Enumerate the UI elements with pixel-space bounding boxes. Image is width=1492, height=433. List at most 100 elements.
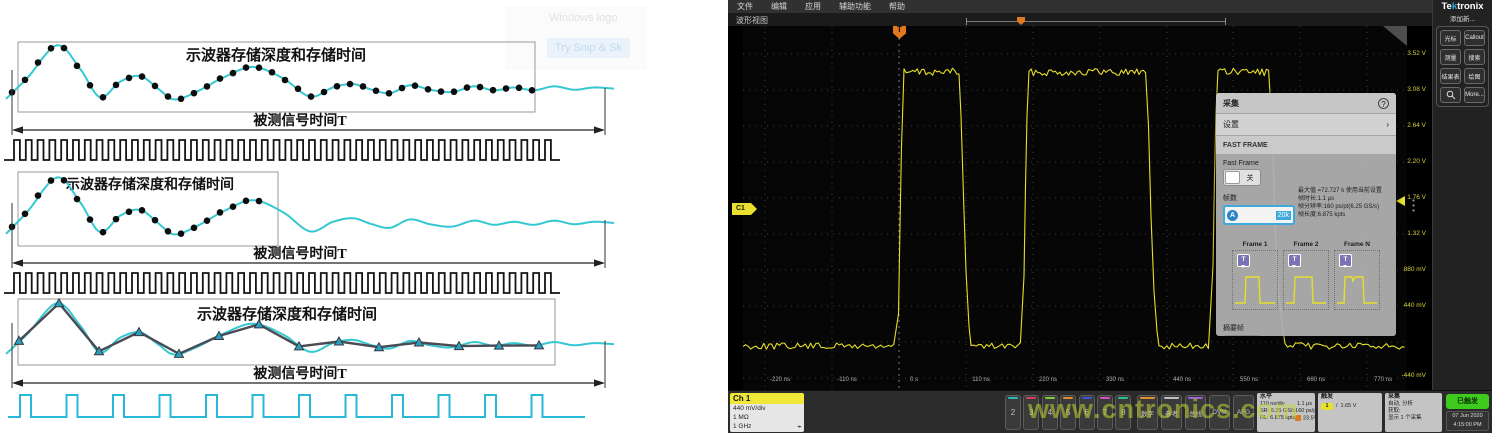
diagram-1: 示波器存储深度和存储时间 被测信号时间T xyxy=(0,30,660,163)
voltage-axis-label: 2.20 V xyxy=(1392,158,1426,165)
fastframe-toggle[interactable]: 关 xyxy=(1223,169,1261,186)
menu-file[interactable]: 文件 xyxy=(728,1,762,12)
voltage-axis-label: 3.08 V xyxy=(1392,86,1426,93)
arrow-right-head xyxy=(594,126,605,133)
plot-button[interactable]: 绘图 xyxy=(1464,68,1485,84)
diagram-2-title: 示波器存储深度和存储时间 xyxy=(66,176,234,193)
diagram-1-title: 示波器存储深度和存储时间 xyxy=(186,46,366,64)
magnifier-icon xyxy=(1446,90,1456,100)
more-button[interactable]: More... xyxy=(1464,87,1485,103)
add-new-label: 添加新... xyxy=(1433,13,1492,23)
channel5-button[interactable]: 5 xyxy=(1060,395,1076,430)
acquisition-badge[interactable]: 采集 自动, 分析 获取: 显示 1 个采集 xyxy=(1385,393,1442,432)
afg-button[interactable]: AFG xyxy=(1233,395,1254,430)
channel7-button[interactable]: 7 xyxy=(1097,395,1113,430)
info-length: 帧长度:6.875 kpts xyxy=(1298,211,1394,219)
info-duration: 帧时长:1.1 μs xyxy=(1298,195,1394,203)
scroll-grip-icon[interactable] xyxy=(1412,198,1415,212)
fastframe-section-header: FAST FRAME xyxy=(1216,136,1396,154)
trigger-source-chip: 1 xyxy=(1321,403,1333,410)
settings-row[interactable]: 设置 › xyxy=(1216,114,1396,135)
rising-slope-icon: / xyxy=(1336,403,1338,410)
ref-button[interactable]: 参考 xyxy=(1161,395,1182,430)
info-resolution: 帧分辨率:160 ps/pt(6.25 GS/s) xyxy=(1298,203,1394,211)
windows-overlay-title: Windows logo xyxy=(549,12,617,24)
frame-1: Frame 1 T xyxy=(1232,241,1278,310)
chevron-right-icon: › xyxy=(1386,120,1389,129)
voltage-axis-label: 1.32 V xyxy=(1392,230,1426,237)
diagram-3-time-label: 被测信号时间T xyxy=(253,365,347,382)
callout-button[interactable]: Callout xyxy=(1464,30,1485,46)
channel3-button[interactable]: 3 xyxy=(1023,395,1039,430)
menu-bar: 文件 编辑 应用 辅助功能 帮助 xyxy=(728,0,1432,13)
channel1-badge[interactable]: Ch 1 440 mV/div 1 MΩ 1 GHz ⌁ xyxy=(730,393,804,432)
overview-trigger-marker-icon[interactable] xyxy=(1017,17,1025,25)
add-new-group: 光标 Callout 测量 搜索 结果表 绘图 More... xyxy=(1436,26,1489,107)
info-max: 最大值 =72.727 k 使用当前设置 xyxy=(1298,187,1394,195)
voltage-axis-label: 880 mV xyxy=(1392,266,1426,273)
toggle-state: 关 xyxy=(1240,173,1260,183)
diagram-2: 示波器存储深度和存储时间 被测信号时间T xyxy=(0,165,660,295)
horizontal-badge[interactable]: 水平 110 ns/div1.1 μs SR: 6.25 GS/s160 ps/… xyxy=(1257,393,1315,432)
bus-button[interactable]: 总线 xyxy=(1185,395,1206,430)
channel4-button[interactable]: 4 xyxy=(1042,395,1058,430)
arrow-left-head xyxy=(12,126,23,133)
arrow-right-head xyxy=(594,259,605,266)
arrow-left-head xyxy=(12,259,23,266)
keypad-a-icon: A xyxy=(1227,210,1238,221)
arrow-left-head xyxy=(12,379,23,386)
time-axis-label: 660 ns xyxy=(1307,377,1325,383)
waveform-view-tab[interactable]: 波形视图 xyxy=(736,15,768,26)
voltage-axis-label: 440 mV xyxy=(1392,302,1426,309)
voltage-axis-label: -440 mV xyxy=(1392,372,1426,379)
fastframe-panel: 采集 ? 设置 › FAST FRAME Fast Frame 关 帧数 A 2… xyxy=(1216,93,1396,336)
panel-title: 采集 xyxy=(1223,98,1239,109)
triggered-status-button[interactable]: 已触发 xyxy=(1446,394,1489,409)
view-tab-row: 波形视图 xyxy=(728,13,1432,26)
summary-frame-toggle[interactable]: 关 xyxy=(1223,335,1261,336)
right-sidebar: Tektronix 添加新... 光标 Callout 测量 搜索 结果表 绘图… xyxy=(1432,0,1492,390)
time-axis-label: -220 ns xyxy=(770,377,790,383)
move-handle-icon[interactable]: ⌁ xyxy=(797,422,802,431)
frame-2: Frame 2 T xyxy=(1283,241,1329,310)
cursor-button[interactable]: 光标 xyxy=(1440,30,1461,46)
results-table-button[interactable]: 结果表 xyxy=(1440,68,1461,84)
toggle-knob xyxy=(1225,171,1240,184)
diagram-panel: Windows logo Try Snip & Sk 示波器存储深度和存储时间 … xyxy=(0,0,728,433)
bottom-control-bar: Ch 1 440 mV/div 1 MΩ 1 GHz ⌁ 2 3 4 5 6 7… xyxy=(728,390,1492,433)
search-button[interactable]: 搜索 xyxy=(1464,49,1485,65)
trigger-level-arrow-icon[interactable] xyxy=(1396,196,1405,206)
dvm-button[interactable]: DVM xyxy=(1209,395,1230,430)
frame-count-input[interactable]: A 20k xyxy=(1223,205,1295,225)
frame-count-value: 20k xyxy=(1276,211,1291,220)
frames-illustration: Frame 1 T Frame 2 T Fr xyxy=(1223,241,1389,310)
channel8-button[interactable]: 8 xyxy=(1115,395,1131,430)
menu-accessibility[interactable]: 辅助功能 xyxy=(830,1,880,12)
record-overview-bar[interactable] xyxy=(966,18,1226,25)
menu-utility[interactable]: 应用 xyxy=(796,1,830,12)
time-axis-label: -110 ns xyxy=(837,377,857,383)
channel6-button[interactable]: 6 xyxy=(1079,395,1095,430)
trigger-balloon-icon: T xyxy=(1339,254,1352,267)
trigger-badge[interactable]: 触发 1 / 1.65 V xyxy=(1318,393,1382,432)
zoom-search-button[interactable] xyxy=(1440,87,1461,103)
tektronix-logo: Tektronix xyxy=(1433,1,1492,12)
time-axis-label: 220 ns xyxy=(1039,377,1057,383)
datetime-display: 07 Jun 2020 4:15:00 PM xyxy=(1446,411,1489,431)
diagram-2-time-label: 被测信号时间T xyxy=(253,245,347,262)
fastframe-body: Fast Frame 关 帧数 A 20k 最大值 =72.727 k 使用当前… xyxy=(1216,154,1396,336)
digital-button[interactable]: 数字 xyxy=(1137,395,1158,430)
summary-frame-label: 摘要帧 xyxy=(1223,323,1389,333)
help-icon[interactable]: ? xyxy=(1378,98,1389,109)
panel-header: 采集 ? xyxy=(1216,93,1396,113)
channel2-button[interactable]: 2 xyxy=(1005,395,1021,430)
voltage-axis-label: 2.64 V xyxy=(1392,122,1426,129)
trigger-balloon-icon: T xyxy=(1237,254,1250,267)
time-axis-label: 550 ns xyxy=(1240,377,1258,383)
measure-button[interactable]: 测量 xyxy=(1440,49,1461,65)
time-axis-label: 0 s xyxy=(910,377,918,383)
voltage-axis-label: 3.52 V xyxy=(1392,50,1426,57)
menu-edit[interactable]: 编辑 xyxy=(762,1,796,12)
fastframe-info: 最大值 =72.727 k 使用当前设置 帧时长:1.1 μs 帧分辨率:160… xyxy=(1298,187,1394,219)
menu-help[interactable]: 帮助 xyxy=(880,1,914,12)
